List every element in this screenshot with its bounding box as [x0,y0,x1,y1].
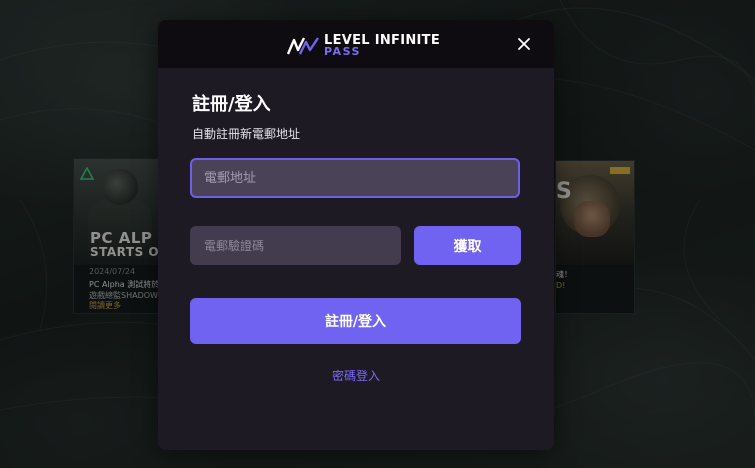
close-button[interactable] [514,34,534,54]
brand-pass: PASS [324,45,361,58]
get-code-button[interactable]: 獲取 [414,226,521,265]
modal-title: 註冊/登入 [192,94,271,115]
login-modal: LEVEL INFINITE PASS 註冊/登入 自動註冊新電郵地址 獲取 註… [158,20,554,450]
close-icon[interactable] [514,34,534,54]
password-login-link[interactable]: 密碼登入 [158,367,554,384]
level-infinite-logo-icon [286,37,319,55]
verification-code-field[interactable] [190,226,401,265]
modal-subtitle: 自動註冊新電郵地址 [192,127,301,141]
email-field[interactable] [190,158,520,198]
modal-header: LEVEL INFINITE PASS [158,20,554,68]
register-login-button[interactable]: 註冊/登入 [190,298,521,344]
